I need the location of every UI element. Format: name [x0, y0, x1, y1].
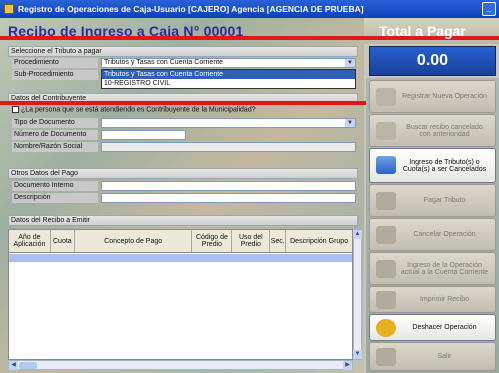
minimize-icon[interactable]: _: [482, 2, 496, 16]
exit-icon: [376, 348, 396, 366]
total-title: Total a Pagar: [379, 23, 466, 39]
vertical-scrollbar[interactable]: ▲ ▼: [353, 229, 362, 360]
grid-header: Año de Aplicación Cuota Concepto de Pago…: [8, 229, 353, 253]
scroll-left-icon[interactable]: ◀: [9, 361, 18, 370]
ingreso-tributo-button[interactable]: Ingreso de Tributo(s) o Cuota(s) a ser C…: [369, 148, 496, 183]
procedimiento-value: Tributos y Tasas con Cuenta Corriente: [104, 59, 224, 66]
total-amount: 0.00: [369, 46, 496, 76]
cuenta-corriente-label: Ingreso de la Operación actual a la Cuen…: [400, 261, 489, 276]
salir-label: Salir: [437, 353, 452, 360]
contribuyente-checkbox[interactable]: [12, 106, 19, 113]
nombre-field: [101, 142, 356, 152]
buscar-recibo-button[interactable]: Buscar recibo cancelado con anterioridad: [369, 114, 496, 147]
grid-body[interactable]: [8, 253, 353, 360]
app-icon: [4, 4, 14, 14]
horizontal-scrollbar[interactable]: ◀ ▶: [8, 360, 353, 370]
ledger-icon: [376, 260, 396, 278]
section-tributo: Seleccione el Tributo a pagar: [8, 46, 358, 57]
table-row[interactable]: [9, 254, 352, 262]
documento-interno-label: Documento Interno: [12, 181, 98, 191]
documento-interno-input[interactable]: [101, 181, 356, 191]
pagar-tributo-button[interactable]: Pagar Tributo: [369, 184, 496, 217]
nombre-label: Nombre/Razón Social: [12, 142, 98, 152]
imprimir-recibo-button[interactable]: Imprimir Recibo: [369, 286, 496, 313]
dropdown-option[interactable]: Tributos y Tasas con Cuenta Corriente: [102, 70, 355, 79]
search-icon: [376, 122, 396, 140]
registrar-nueva-label: Registrar Nueva Operación: [402, 93, 487, 100]
cuenta-corriente-button[interactable]: Ingreso de la Operación actual a la Cuen…: [369, 252, 496, 285]
column-header[interactable]: Código de Predio: [192, 230, 233, 252]
dropdown-option[interactable]: 10-REGISTRO CIVIL: [102, 79, 355, 88]
scroll-thumb[interactable]: [19, 362, 37, 369]
cancel-icon: [376, 226, 396, 244]
new-document-icon: [376, 88, 396, 106]
column-header[interactable]: Cuota: [51, 230, 75, 252]
column-header[interactable]: Descripción Grupo: [286, 230, 352, 252]
undo-icon: [376, 319, 396, 337]
chevron-down-icon[interactable]: ▼: [345, 119, 355, 127]
procedimiento-label: Procedimiento: [12, 58, 98, 68]
window-title: Registro de Operaciones de Caja-Usuario …: [18, 4, 364, 14]
numero-documento-input[interactable]: [101, 130, 186, 140]
scroll-right-icon[interactable]: ▶: [343, 361, 352, 370]
subprocedimiento-label: Sub-Procedimiento: [12, 70, 98, 80]
tipo-documento-label: Tipo de Documento: [12, 118, 98, 128]
salir-button[interactable]: Salir: [369, 342, 496, 371]
money-icon: [376, 192, 396, 210]
deshacer-operacion-label: Deshacer Operación: [412, 324, 477, 331]
procedimiento-select[interactable]: Tributos y Tasas con Cuenta Corriente ▼: [101, 58, 356, 68]
descripcion-label: Descripción: [12, 193, 98, 203]
scroll-up-icon[interactable]: ▲: [353, 230, 362, 239]
printer-icon: [376, 291, 396, 309]
column-header[interactable]: Uso del Predio: [232, 230, 271, 252]
pagar-tributo-label: Pagar Tributo: [423, 197, 466, 204]
deshacer-operacion-button[interactable]: Deshacer Operación: [369, 314, 496, 341]
tipo-documento-select[interactable]: ▼: [101, 118, 356, 128]
numero-documento-label: Número de Documento: [12, 130, 98, 140]
edit-document-icon: [376, 156, 396, 174]
chevron-down-icon[interactable]: ▼: [345, 59, 355, 67]
procedimiento-dropdown[interactable]: Tributos y Tasas con Cuenta Corriente 10…: [101, 69, 356, 89]
imprimir-recibo-label: Imprimir Recibo: [419, 296, 469, 303]
buscar-recibo-label: Buscar recibo cancelado con anterioridad: [406, 123, 483, 138]
registrar-nueva-button[interactable]: Registrar Nueva Operación: [369, 80, 496, 113]
contribuyente-question[interactable]: ¿La persona que se está atendiendo es Co…: [12, 106, 256, 113]
section-otros: Otros Datos del Pago: [8, 168, 358, 179]
column-header[interactable]: Año de Aplicación: [9, 230, 51, 252]
contribuyente-question-label: ¿La persona que se está atendiendo es Co…: [20, 106, 256, 114]
section-recibo: Datos del Recibo a Emitir: [8, 215, 358, 226]
scroll-down-icon[interactable]: ▼: [353, 350, 362, 359]
window-titlebar: Registro de Operaciones de Caja-Usuario …: [0, 0, 499, 18]
column-header[interactable]: Sec.: [270, 230, 287, 252]
cancelar-operacion-label: Cancelar Operación: [413, 231, 476, 238]
cancelar-operacion-button[interactable]: Cancelar Operación: [369, 218, 496, 251]
descripcion-input[interactable]: [101, 193, 356, 203]
column-header[interactable]: Concepto de Pago: [75, 230, 193, 252]
ingreso-tributo-label: Ingreso de Tributo(s) o Cuota(s) a ser C…: [402, 158, 487, 173]
